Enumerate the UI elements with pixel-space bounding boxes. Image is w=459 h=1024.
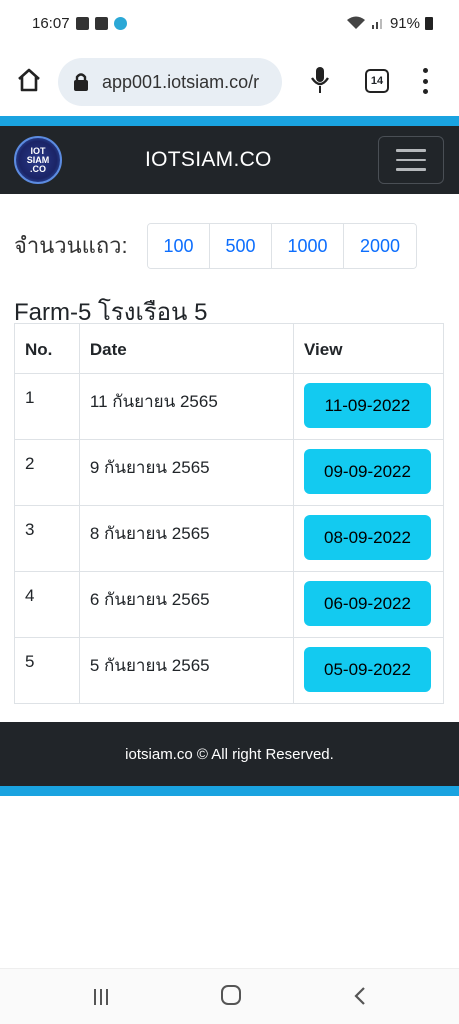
view-button[interactable]: 05-09-2022 [303, 647, 431, 692]
rows-option-100[interactable]: 100 [148, 224, 210, 268]
recent-apps-icon[interactable] [94, 989, 110, 1005]
home-icon[interactable] [16, 67, 42, 93]
header-view: View [292, 323, 445, 374]
status-time: 16:07 [32, 14, 70, 32]
battery-percent: 91% [389, 14, 420, 32]
row-number: 5 [14, 637, 80, 704]
table-row: 3 8 กันยายน 2565 08-09-2022 [14, 505, 445, 572]
records-table: No. Date View 1 11 กันยายน 2565 11-09-20… [14, 323, 445, 704]
row-date: 6 กันยายน 2565 [78, 571, 294, 638]
back-icon[interactable] [352, 987, 368, 1005]
row-date: 9 กันยายน 2565 [78, 439, 294, 506]
site-navbar: IOT SIAM .CO IOTSIAM.CO [0, 126, 459, 194]
row-view-cell: 05-09-2022 [292, 637, 445, 704]
system-nav-bar [0, 968, 459, 1024]
row-number: 2 [14, 439, 80, 506]
view-button[interactable]: 06-09-2022 [303, 581, 431, 626]
browser-toolbar: app001.iotsiam.co/r 14 [0, 52, 459, 112]
rows-button-group: 100 500 1000 2000 [147, 223, 417, 269]
more-menu-icon[interactable] [420, 68, 430, 94]
site-logo[interactable]: IOT SIAM .CO [14, 136, 62, 184]
url-text: app001.iotsiam.co/r [102, 71, 260, 92]
rows-option-2000[interactable]: 2000 [344, 224, 416, 268]
row-view-cell: 08-09-2022 [292, 505, 445, 572]
table-row: 5 5 กันยายน 2565 05-09-2022 [14, 637, 445, 704]
table-row: 1 11 กันยายน 2565 11-09-2022 [14, 373, 445, 440]
image-icon [75, 16, 89, 30]
view-button[interactable]: 11-09-2022 [303, 383, 431, 428]
youtube-icon [94, 16, 108, 30]
accent-bar-bottom [0, 786, 459, 796]
accent-bar-top [0, 116, 459, 126]
lock-icon [74, 73, 88, 91]
status-right: 91% [346, 15, 433, 32]
rows-label: จำนวนแถว: [14, 233, 128, 258]
tab-switcher-button[interactable]: 14 [365, 69, 389, 93]
view-button[interactable]: 08-09-2022 [303, 515, 431, 560]
row-number: 3 [14, 505, 80, 572]
header-no: No. [14, 323, 80, 374]
status-left: 16:07 [32, 15, 127, 32]
row-date: 8 กันยายน 2565 [78, 505, 294, 572]
table-row: 4 6 กันยายน 2565 06-09-2022 [14, 571, 445, 638]
row-view-cell: 11-09-2022 [292, 373, 445, 440]
view-button[interactable]: 09-09-2022 [303, 449, 431, 494]
footer-text: iotsiam.co © All right Reserved. [125, 745, 334, 763]
home-nav-icon[interactable] [221, 985, 241, 1005]
rows-option-1000[interactable]: 1000 [272, 224, 344, 268]
row-date: 5 กันยายน 2565 [78, 637, 294, 704]
wifi-icon [346, 16, 365, 29]
site-brand[interactable]: IOTSIAM.CO [145, 148, 272, 172]
row-view-cell: 09-09-2022 [292, 439, 445, 506]
site-footer: iotsiam.co © All right Reserved. [0, 722, 459, 786]
row-view-cell: 06-09-2022 [292, 571, 445, 638]
row-date: 11 กันยายน 2565 [78, 373, 294, 440]
microphone-icon[interactable] [310, 66, 330, 94]
row-number: 1 [14, 373, 80, 440]
table-row: 2 9 กันยายน 2565 09-09-2022 [14, 439, 445, 506]
app-icon [113, 16, 127, 30]
logo-text-line3: .CO [29, 163, 46, 174]
address-bar[interactable]: app001.iotsiam.co/r [58, 58, 282, 106]
battery-icon [425, 16, 433, 30]
hamburger-menu-icon[interactable] [378, 136, 444, 184]
rows-option-500[interactable]: 500 [210, 224, 272, 268]
status-bar: 16:07 91% [0, 0, 459, 46]
table-header-row: No. Date View [14, 323, 445, 374]
header-date: Date [78, 323, 294, 374]
row-number: 4 [14, 571, 80, 638]
signal-icon [371, 19, 382, 29]
